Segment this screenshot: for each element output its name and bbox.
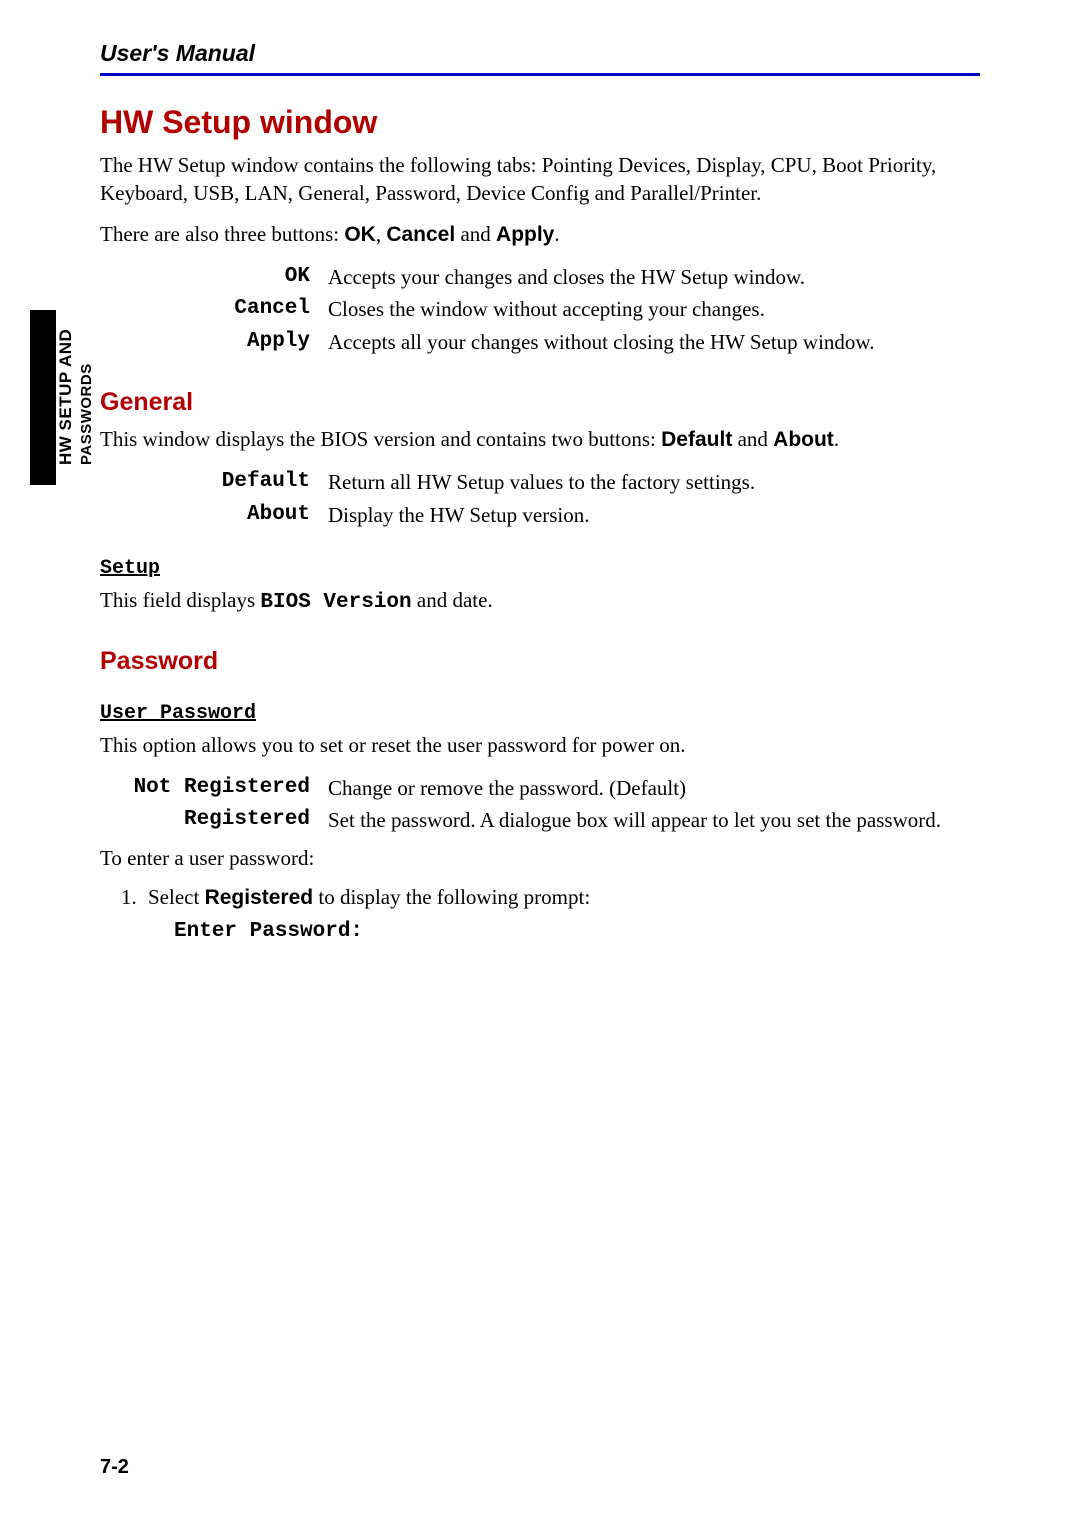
enter-intro: To enter a user password: — [100, 844, 980, 872]
table-row: OK Accepts your changes and closes the H… — [100, 261, 980, 293]
buttons-sentence: There are also three buttons: OK, Cancel… — [100, 220, 980, 249]
password-table: Not Registered Change or remove the pass… — [100, 772, 980, 837]
btn-ok-word: OK — [344, 223, 376, 246]
table-row: Registered Set the password. A dialogue … — [100, 804, 980, 836]
desc-cell: Accepts all your changes without closing… — [328, 326, 980, 358]
period2: . — [834, 427, 839, 451]
term-cell: Apply — [100, 326, 328, 358]
general-heading: General — [100, 388, 980, 417]
enter-password-prompt: Enter Password: — [174, 920, 980, 943]
general-intro: This window displays the BIOS version an… — [100, 425, 980, 454]
table-row: Cancel Closes the window without accepti… — [100, 293, 980, 325]
term-cell: Cancel — [100, 293, 328, 325]
sep1: , — [376, 222, 387, 246]
page-container: User's Manual HW Setup window The HW Set… — [0, 0, 1080, 991]
desc-cell: Accepts your changes and closes the HW S… — [328, 261, 980, 293]
table-row: Default Return all HW Setup values to th… — [100, 466, 980, 498]
about-word: About — [773, 428, 834, 451]
term-cell: Default — [100, 466, 328, 498]
and-word: and — [732, 427, 773, 451]
general-table: Default Return all HW Setup values to th… — [100, 466, 980, 531]
header-rule — [100, 73, 980, 76]
sep2: and — [455, 222, 496, 246]
term-cell: About — [100, 499, 328, 531]
setup-text-post: and date. — [412, 588, 493, 612]
buttons-table: OK Accepts your changes and closes the H… — [100, 261, 980, 358]
setup-text-pre: This field displays — [100, 588, 260, 612]
section-intro: The HW Setup window contains the followi… — [100, 151, 980, 208]
term-cell: Registered — [100, 804, 328, 836]
page-number: 7-2 — [100, 1456, 129, 1479]
desc-cell: Set the password. A dialogue box will ap… — [328, 804, 980, 836]
user-password-subheading: User Password — [100, 702, 256, 725]
desc-cell: Change or remove the password. (Default) — [328, 772, 980, 804]
term-cell: OK — [100, 261, 328, 293]
btn-apply-word: Apply — [496, 223, 554, 246]
step-list: Select Registered to display the followi… — [100, 885, 980, 943]
setup-subheading: Setup — [100, 557, 160, 580]
registered-word: Registered — [205, 886, 314, 909]
buttons-sentence-pre: There are also three buttons: — [100, 222, 344, 246]
password-heading: Password — [100, 647, 980, 676]
table-row: About Display the HW Setup version. — [100, 499, 980, 531]
term-cell: Not Registered — [100, 772, 328, 804]
password-intro: This option allows you to set or reset t… — [100, 731, 980, 759]
desc-cell: Closes the window without accepting your… — [328, 293, 980, 325]
running-header: User's Manual — [100, 40, 980, 67]
step1-post: to display the following prompt: — [313, 885, 590, 909]
desc-cell: Display the HW Setup version. — [328, 499, 980, 531]
general-intro-pre: This window displays the BIOS version an… — [100, 427, 661, 451]
table-row: Not Registered Change or remove the pass… — [100, 772, 980, 804]
period1: . — [554, 222, 559, 246]
desc-cell: Return all HW Setup values to the factor… — [328, 466, 980, 498]
table-row: Apply Accepts all your changes without c… — [100, 326, 980, 358]
setup-text: This field displays BIOS Version and dat… — [100, 586, 980, 617]
default-word: Default — [661, 428, 732, 451]
section-title: HW Setup window — [100, 104, 980, 141]
list-item: Select Registered to display the followi… — [142, 885, 980, 943]
bios-version-word: BIOS Version — [260, 591, 411, 614]
step1-pre: Select — [148, 885, 205, 909]
btn-cancel-word: Cancel — [386, 223, 455, 246]
